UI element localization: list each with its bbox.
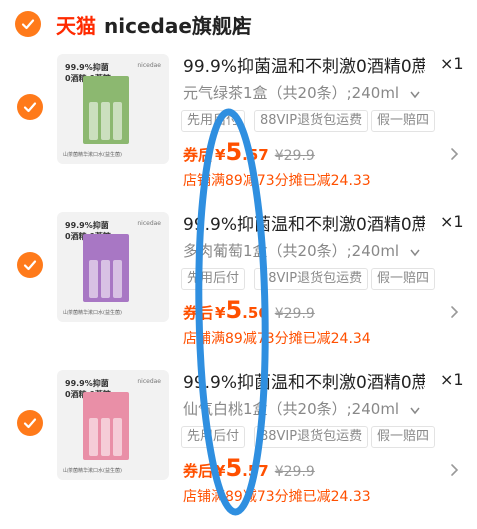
original-price: ¥29.9 (274, 148, 315, 164)
price-prefix: 券后 (183, 304, 214, 322)
chevron-right-icon[interactable] (450, 305, 459, 319)
promo-text: 店铺满89减73分摊已减24.33 (183, 173, 371, 189)
currency-symbol: ¥ (215, 462, 226, 480)
product-image[interactable]: 99.9%抑菌 0酒精 0蔗糖 nicedae 山茶菌精华漱口水(益生菌) (57, 212, 169, 322)
sku-selector[interactable]: 仙气白桃1盒（共20条）;240ml (183, 398, 399, 419)
product-image-brand: nicedae (137, 62, 161, 69)
tag-fake-compensation: 假一赔四 (371, 426, 436, 448)
product-image-footer: 山茶菌精华漱口水(益生菌) (63, 468, 122, 474)
original-price: ¥29.9 (274, 306, 315, 322)
price-prefix: 券后 (183, 462, 214, 480)
sku-selector[interactable]: 多肉葡萄1盒（共20条）;240ml (183, 240, 399, 261)
tag-pay-later: 先用后付 (181, 426, 246, 448)
product-image-brand: nicedae (137, 378, 161, 385)
check-icon (23, 418, 37, 429)
product-image-footer: 山茶菌精华漱口水(益生菌) (63, 152, 122, 158)
quantity[interactable]: ×1 (440, 212, 464, 231)
product-image-brand: nicedae (137, 220, 161, 227)
dropdown-arrow-icon[interactable] (410, 249, 420, 257)
check-icon (23, 102, 37, 113)
dropdown-arrow-icon[interactable] (410, 407, 420, 415)
product-image[interactable]: 99.9%抑菌 0酒精 0蔗糖 nicedae 山茶菌精华漱口水(益生菌) (57, 54, 169, 164)
tag-88vip-return: 88VIP退货包运费 (254, 268, 369, 290)
price-row: 券后 ¥5.56 ¥29.9 (183, 296, 315, 324)
price-prefix: 券后 (183, 146, 214, 164)
chevron-right-icon[interactable] (450, 147, 459, 161)
price-decimal: .56 (242, 304, 269, 322)
promo-text: 店铺满89减73分摊已减24.34 (183, 331, 371, 347)
item-select-checkbox[interactable] (17, 410, 43, 436)
product-title[interactable]: 99.9%抑菌温和不刺激0酒精0蔗 (183, 368, 425, 393)
product-title[interactable]: 99.9%抑菌温和不刺激0酒精0蔗 (183, 210, 425, 235)
check-icon (23, 260, 37, 271)
quantity[interactable]: ×1 (440, 54, 464, 73)
product-box (83, 234, 129, 302)
product-image-footer: 山茶菌精华漱口水(益生菌) (63, 310, 122, 316)
chevron-right-icon[interactable] (232, 16, 244, 32)
store-name[interactable]: nicedae旗舰店 (104, 10, 252, 39)
item-select-checkbox[interactable] (17, 252, 43, 278)
product-image[interactable]: 99.9%抑菌 0酒精 0蔗糖 nicedae 山茶菌精华漱口水(益生菌) (57, 370, 169, 480)
price-integer: 5 (225, 296, 243, 324)
product-box (83, 76, 129, 144)
cart-item: 99.9%抑菌 0酒精 0蔗糖 nicedae 山茶菌精华漱口水(益生菌) 99… (0, 366, 477, 524)
store-select-checkbox[interactable] (15, 11, 41, 37)
tag-fake-compensation: 假一赔四 (371, 110, 436, 132)
chevron-right-icon[interactable] (450, 463, 459, 477)
tag-fake-compensation: 假一赔四 (371, 268, 436, 290)
tmall-logo: 天猫 (56, 14, 96, 38)
currency-symbol: ¥ (215, 146, 226, 164)
item-select-checkbox[interactable] (17, 94, 43, 120)
sku-selector[interactable]: 元气绿茶1盒（共20条）;240ml (183, 82, 399, 103)
cart-item: 99.9%抑菌 0酒精 0蔗糖 nicedae 山茶菌精华漱口水(益生菌) 99… (0, 50, 477, 208)
tag-88vip-return: 88VIP退货包运费 (254, 426, 369, 448)
product-title[interactable]: 99.9%抑菌温和不刺激0酒精0蔗 (183, 52, 425, 77)
quantity[interactable]: ×1 (440, 370, 464, 389)
tag-pay-later: 先用后付 (181, 110, 246, 132)
tag-88vip-return: 88VIP退货包运费 (254, 110, 369, 132)
price-decimal: .57 (242, 462, 269, 480)
currency-symbol: ¥ (215, 304, 226, 322)
price-row: 券后 ¥5.57 ¥29.9 (183, 454, 315, 482)
price-row: 券后 ¥5.57 ¥29.9 (183, 138, 315, 166)
cart-item: 99.9%抑菌 0酒精 0蔗糖 nicedae 山茶菌精华漱口水(益生菌) 99… (0, 208, 477, 366)
dropdown-arrow-icon[interactable] (410, 91, 420, 99)
price-integer: 5 (225, 138, 243, 166)
check-icon (21, 19, 35, 30)
price-decimal: .57 (242, 146, 269, 164)
tag-pay-later: 先用后付 (181, 268, 246, 290)
store-header: 天猫 nicedae旗舰店 (0, 0, 477, 50)
product-box (83, 392, 129, 460)
original-price: ¥29.9 (274, 464, 315, 480)
promo-text: 店铺满89减73分摊已减24.33 (183, 489, 371, 505)
price-integer: 5 (225, 454, 243, 482)
